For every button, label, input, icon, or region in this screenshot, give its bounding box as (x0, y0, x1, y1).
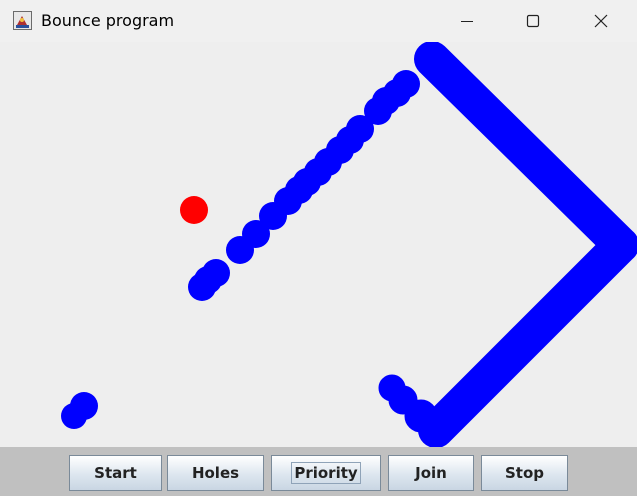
bounce-canvas[interactable] (0, 42, 637, 447)
maximize-icon (526, 14, 540, 28)
title-bar[interactable]: Bounce program (0, 0, 637, 42)
join-button-label: Join (415, 464, 447, 482)
minimize-button[interactable] (434, 0, 500, 42)
start-button[interactable]: Start (69, 455, 162, 491)
blue-ball-diagonal-trail (188, 43, 448, 301)
holes-button[interactable]: Holes (167, 455, 264, 491)
priority-button[interactable]: Priority (271, 455, 381, 491)
red-ball (180, 196, 208, 224)
maximize-button[interactable] (500, 0, 566, 42)
close-icon (594, 14, 608, 28)
holes-button-label: Holes (191, 464, 240, 482)
bounce-window: Bounce program Start Holes Priority Join… (0, 0, 637, 496)
button-panel: Start Holes Priority Join Stop (0, 447, 637, 496)
start-button-label: Start (94, 464, 137, 482)
window-title: Bounce program (41, 11, 175, 30)
priority-button-label: Priority (291, 462, 361, 484)
stop-button-label: Stop (504, 464, 545, 482)
blue-ball-trail-path (378, 42, 637, 447)
java-app-icon (13, 11, 32, 30)
join-button[interactable]: Join (388, 455, 474, 491)
minimize-icon (461, 21, 473, 22)
close-button[interactable] (568, 0, 634, 42)
blue-ball-lower-left (61, 392, 98, 429)
ball-trails (61, 42, 637, 447)
stop-button[interactable]: Stop (481, 455, 568, 491)
